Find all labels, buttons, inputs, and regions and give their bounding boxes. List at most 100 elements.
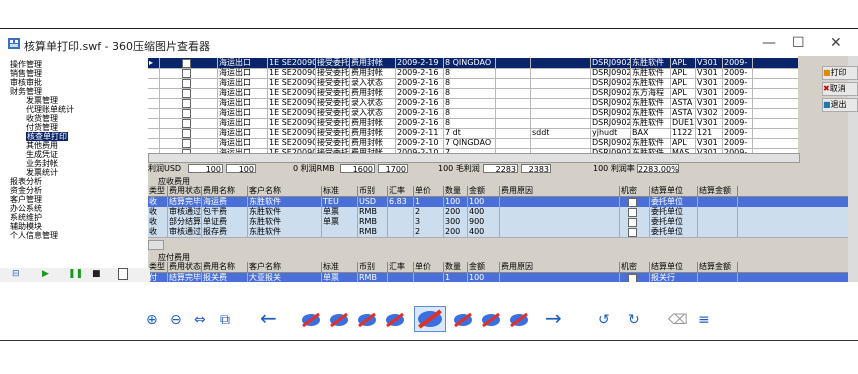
rotate-right-icon[interactable]: ↻	[628, 312, 640, 328]
column-header[interactable]: 费用状态	[168, 262, 202, 272]
row-checkbox[interactable]	[182, 139, 191, 148]
column-header[interactable]: 客户名称	[248, 186, 322, 196]
usd-profit-field-1[interactable]: 100	[188, 164, 223, 174]
nav-item-ops[interactable]: 操作管理	[10, 60, 42, 69]
column-header[interactable]: 结算单位	[650, 186, 698, 196]
nav-item-check-print[interactable]: 核查单打印	[26, 132, 68, 141]
column-header[interactable]: 标准	[322, 186, 358, 196]
nav-item-aux[interactable]: 辅助模块	[10, 222, 42, 231]
fee-row[interactable]: 付结算完毕 报关费 大亚报关 单票 RMB 1 100 报关行	[148, 273, 848, 282]
nav-item-invoice-stats[interactable]: 发票统计	[26, 168, 58, 177]
row-checkbox[interactable]	[182, 129, 191, 138]
receivable-scrollbar[interactable]	[148, 240, 164, 250]
secret-checkbox[interactable]	[628, 198, 637, 207]
column-header[interactable]: 结算金额	[698, 186, 738, 196]
row-checkbox[interactable]	[182, 99, 191, 108]
column-header[interactable]: 单价	[414, 186, 444, 196]
close-button[interactable]: ✕	[830, 35, 842, 51]
fee-row[interactable]: 收审核通过 报存费 东胜软件 RMB 2 200 400 委托单位	[148, 227, 848, 238]
column-header[interactable]: 费用名称	[202, 262, 248, 272]
column-header[interactable]: 客户名称	[248, 262, 322, 272]
nav-item-close-books[interactable]: 业务封帐	[26, 159, 58, 168]
column-header[interactable]: 费用名称	[202, 186, 248, 196]
nav-item-voucher[interactable]: 生成凭证	[26, 150, 58, 159]
column-header[interactable]: 类型	[148, 186, 168, 196]
nav-item-agent-bill[interactable]: 代理账单统计	[26, 105, 74, 114]
rmb-profit-field-2[interactable]: 1700	[378, 164, 408, 174]
exit-button[interactable]: ■退出	[822, 98, 858, 112]
column-header[interactable]: 标准	[322, 262, 358, 272]
row-checkbox[interactable]	[182, 79, 191, 88]
thumbnail-7[interactable]	[480, 311, 502, 329]
stop-icon[interactable]: ■	[92, 269, 101, 279]
nav-item-sales[interactable]: 销售管理	[10, 69, 42, 78]
pause-icon[interactable]: ❚❚	[68, 269, 83, 279]
row-checkbox[interactable]	[182, 69, 191, 78]
horizontal-scrollbar[interactable]	[148, 153, 800, 163]
zoom-out-icon[interactable]: ⊖	[170, 312, 182, 328]
row-checkbox[interactable]	[182, 119, 191, 128]
column-header[interactable]: 费用原因	[500, 186, 620, 196]
rotate-left-icon[interactable]: ↺	[598, 312, 610, 328]
column-header[interactable]: 结算金额	[698, 262, 738, 272]
column-header[interactable]: 机密	[620, 262, 650, 272]
nav-item-receipt[interactable]: 收货管理	[26, 114, 58, 123]
nav-item-approval[interactable]: 审核审批	[10, 78, 42, 87]
row-checkbox[interactable]	[182, 89, 191, 98]
thumbnail-current[interactable]	[414, 306, 446, 332]
nav-item-personal[interactable]: 个人信息管理	[10, 231, 58, 240]
column-header[interactable]: 金额	[468, 186, 500, 196]
screen-icon[interactable]: ⊟	[12, 269, 20, 279]
column-header[interactable]: 汇率	[388, 186, 414, 196]
column-header[interactable]: 单价	[414, 262, 444, 272]
progress-slider[interactable]	[118, 268, 128, 280]
column-header[interactable]: 数量	[444, 262, 468, 272]
next-icon[interactable]: →	[545, 308, 562, 328]
nav-item-finance[interactable]: 财务管理	[10, 87, 42, 96]
column-header[interactable]: 费用原因	[500, 262, 620, 272]
thumbnail-4[interactable]	[384, 311, 406, 329]
thumbnail-3[interactable]	[356, 311, 378, 329]
column-header[interactable]: 结算单位	[650, 262, 698, 272]
previous-icon[interactable]: ←	[260, 308, 277, 328]
print-button[interactable]: ■打印	[822, 66, 858, 80]
play-icon[interactable]: ▶	[42, 269, 49, 279]
gross-profit-field-2[interactable]: 2383	[521, 164, 551, 174]
column-header[interactable]: 机密	[620, 186, 650, 196]
thumbnail-1[interactable]	[300, 311, 322, 329]
thumbnail-8[interactable]	[508, 311, 530, 329]
row-checkbox[interactable]	[182, 59, 191, 68]
zoom-in-icon[interactable]: ⊕	[146, 312, 158, 328]
column-header[interactable]: 类型	[148, 262, 168, 272]
maximize-button[interactable]: ☐	[792, 35, 805, 51]
nav-item-other-fee[interactable]: 其他费用	[26, 141, 58, 150]
minimize-button[interactable]: —	[762, 35, 776, 51]
profit-rate-field[interactable]: 2283.00%	[637, 164, 679, 174]
fit-width-icon[interactable]: ⇔	[194, 312, 206, 328]
secret-checkbox[interactable]	[628, 228, 637, 237]
nav-item-customers[interactable]: 客户管理	[10, 195, 42, 204]
thumbnail-2[interactable]	[328, 311, 350, 329]
usd-profit-field-2[interactable]: 100	[226, 164, 256, 174]
column-header[interactable]: 数量	[444, 186, 468, 196]
column-header[interactable]: 费用状态	[168, 186, 202, 196]
menu-icon[interactable]: ≡	[698, 312, 710, 328]
column-header[interactable]: 汇率	[388, 262, 414, 272]
delete-icon[interactable]: ⌫	[668, 312, 688, 328]
rmb-profit-field-1[interactable]: 1600	[340, 164, 375, 174]
column-header[interactable]: 币别	[358, 186, 388, 196]
column-header[interactable]: 金额	[468, 262, 500, 272]
gross-profit-field-1[interactable]: 2283	[483, 164, 518, 174]
nav-item-maintenance[interactable]: 系统维护	[10, 213, 42, 222]
nav-item-invoice[interactable]: 发票管理	[26, 96, 58, 105]
secret-checkbox[interactable]	[628, 208, 637, 217]
cancel-button[interactable]: ✖取消	[822, 82, 858, 96]
row-checkbox[interactable]	[182, 109, 191, 118]
secret-checkbox[interactable]	[628, 218, 637, 227]
thumbnail-6[interactable]	[452, 311, 474, 329]
nav-item-office[interactable]: 办公系统	[10, 204, 42, 213]
nav-item-funds[interactable]: 资金分析	[10, 186, 42, 195]
column-header[interactable]: 币别	[358, 262, 388, 272]
nav-item-payment[interactable]: 付货管理	[26, 123, 58, 132]
secret-checkbox[interactable]	[628, 274, 637, 282]
